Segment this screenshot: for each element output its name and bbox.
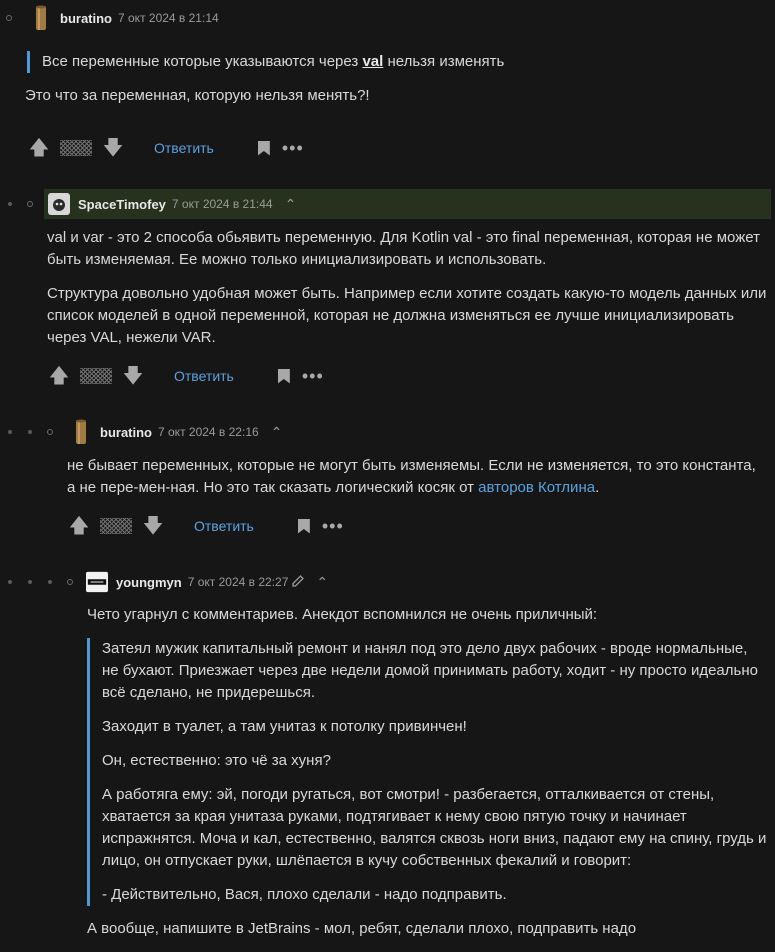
timestamp[interactable]: 7 окт 2024 в 22:27 (188, 575, 289, 589)
more-options-icon[interactable]: ••• (322, 516, 344, 537)
username[interactable]: buratino (100, 425, 152, 440)
comment-header: buratino 7 окт 2024 в 22:16 ⌃ (70, 417, 282, 447)
comment-text: А вообще, напишите в JetBrains - мол, ре… (87, 920, 637, 937)
chevron-up-icon[interactable]: ⌃ (316, 574, 328, 591)
comment-paragraph: Структура довольно удобная может быть. Н… (47, 285, 767, 346)
thread-indicator (47, 429, 53, 435)
thread-indicator (8, 202, 12, 206)
thread-indicator (28, 580, 32, 584)
downvote-arrow-icon[interactable]: 🡇 (122, 366, 144, 386)
thread-indicator (8, 430, 12, 434)
bookmark-icon[interactable] (297, 518, 310, 534)
comment-actions: 🡅 🡇 Ответить ••• (48, 364, 324, 388)
comment-header: youngmyn 7 окт 2024 в 22:27 ⌃ (86, 567, 328, 597)
reply-button[interactable]: Ответить (174, 368, 234, 384)
thread-indicator (8, 580, 12, 584)
avatar[interactable] (86, 571, 108, 593)
avatar[interactable] (48, 193, 70, 215)
rating-hidden-icon (100, 518, 132, 534)
quote-paragraph: Затеял мужик капитальный ремонт и нанял … (102, 640, 758, 701)
blockquote: Все переменные которые указываются через… (27, 51, 767, 73)
quote-text: Все переменные которые указываются через (42, 53, 363, 70)
quote-paragraph: А работяга ему: эй, погоди ругаться, вот… (102, 786, 767, 869)
upvote-arrow-icon[interactable]: 🡅 (68, 516, 90, 536)
quote-keyword: val (362, 53, 384, 70)
comment-text-end: . (595, 479, 600, 496)
avatar[interactable] (30, 5, 52, 30)
timestamp[interactable]: 7 окт 2024 в 22:16 (158, 425, 259, 439)
comment-body: val и var - это 2 способа обьявить перем… (47, 227, 767, 361)
upvote-arrow-icon[interactable]: 🡅 (48, 366, 70, 386)
thread-indicator (67, 579, 73, 585)
comment-body: Все переменные которые указываются через… (25, 51, 767, 119)
chevron-up-icon[interactable]: ⌃ (285, 196, 297, 213)
robot-avatar-icon (48, 193, 70, 215)
more-options-icon[interactable]: ••• (282, 138, 304, 159)
chevron-up-icon[interactable]: ⌃ (271, 424, 283, 441)
comment-header-highlighted: SpaceTimofey 7 окт 2024 в 21:44 ⌃ (44, 189, 771, 219)
reply-button[interactable]: Ответить (154, 140, 214, 156)
quote-paragraph: Он, естественно: это чё за хуня? (102, 752, 331, 769)
username[interactable]: SpaceTimofey (78, 197, 166, 212)
username[interactable]: youngmyn (116, 575, 182, 590)
timestamp[interactable]: 7 окт 2024 в 21:14 (118, 11, 219, 25)
quote-text-end: нельзя изменять (383, 53, 505, 70)
quote-paragraph: Заходит в туалет, а там унитаз к потолку… (102, 718, 467, 735)
comment-paragraph: val и var - это 2 способа обьявить перем… (47, 229, 760, 268)
username[interactable]: buratino (60, 11, 112, 26)
thread-indicator (6, 15, 12, 21)
comment-text: не бывает переменных, которые не могут б… (67, 455, 767, 499)
wood-log-icon (36, 5, 46, 30)
authors-link[interactable]: авторов Котлина (478, 479, 595, 496)
comment-actions: 🡅 🡇 Ответить ••• (28, 136, 304, 160)
thread-indicator (28, 430, 32, 434)
comment-text: Это что за переменная, которую нельзя ме… (25, 87, 370, 104)
edited-pencil-icon (292, 574, 305, 591)
comment-header: buratino 7 окт 2024 в 21:14 (30, 3, 219, 33)
bookmark-icon[interactable] (257, 140, 270, 156)
thread-indicator (48, 580, 52, 584)
comment-actions: 🡅 🡇 Ответить ••• (68, 514, 344, 538)
upvote-arrow-icon[interactable]: 🡅 (28, 138, 50, 158)
rating-hidden-icon (80, 368, 112, 384)
youngmyn-logo-avatar-icon (86, 571, 108, 593)
wood-log-icon (76, 419, 86, 444)
comment-body: Чето угарнул с комментариев. Анекдот всп… (87, 604, 767, 952)
rating-hidden-icon (60, 140, 92, 156)
reply-button[interactable]: Ответить (194, 518, 254, 534)
quote-paragraph: - Действительно, Вася, плохо сделали - н… (102, 886, 507, 903)
comment-text-part: не бывает переменных, которые не могут б… (67, 457, 756, 496)
comment-body: не бывает переменных, которые не могут б… (67, 455, 767, 511)
avatar[interactable] (70, 419, 92, 444)
comment-text: Чето угарнул с комментариев. Анекдот всп… (87, 606, 598, 623)
downvote-arrow-icon[interactable]: 🡇 (142, 516, 164, 536)
thread-indicator (27, 201, 33, 207)
downvote-arrow-icon[interactable]: 🡇 (102, 138, 124, 158)
timestamp[interactable]: 7 окт 2024 в 21:44 (172, 197, 273, 211)
bookmark-icon[interactable] (277, 368, 290, 384)
more-options-icon[interactable]: ••• (302, 366, 324, 387)
blockquote: Затеял мужик капитальный ремонт и нанял … (87, 638, 767, 906)
